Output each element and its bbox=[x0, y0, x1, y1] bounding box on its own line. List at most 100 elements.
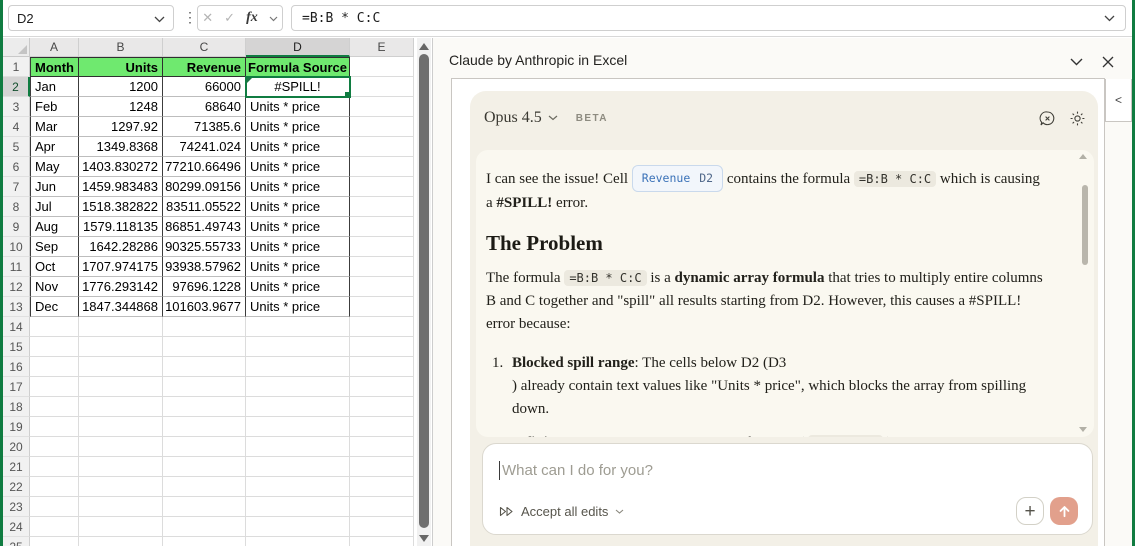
cell-D1[interactable]: Formula Source bbox=[246, 57, 350, 77]
cell-A20[interactable] bbox=[30, 437, 79, 457]
cell-B19[interactable] bbox=[79, 417, 163, 437]
cell-E6[interactable] bbox=[350, 157, 414, 177]
cell-E1[interactable] bbox=[350, 57, 414, 77]
cell-D13[interactable]: Units * price bbox=[246, 297, 350, 317]
cell-D24[interactable] bbox=[246, 517, 350, 537]
cell-A22[interactable] bbox=[30, 477, 79, 497]
cell-A4[interactable]: Mar bbox=[30, 117, 79, 137]
cell-C16[interactable] bbox=[163, 357, 246, 377]
formula-bar-menu-dots[interactable]: ⋮ bbox=[183, 9, 197, 26]
row-header-9[interactable]: 9 bbox=[3, 217, 30, 237]
cell-B21[interactable] bbox=[79, 457, 163, 477]
row-header-4[interactable]: 4 bbox=[3, 117, 30, 137]
cell-A6[interactable]: May bbox=[30, 157, 79, 177]
cell-E13[interactable] bbox=[350, 297, 414, 317]
cell-D6[interactable]: Units * price bbox=[246, 157, 350, 177]
cell-C9[interactable]: 86851.49743 bbox=[163, 217, 246, 237]
cell-D20[interactable] bbox=[246, 437, 350, 457]
grid-scrollbar-thumb[interactable] bbox=[419, 54, 429, 528]
cell-A25[interactable] bbox=[30, 537, 79, 546]
row-header-10[interactable]: 10 bbox=[3, 237, 30, 257]
cell-B12[interactable]: 1776.293142 bbox=[79, 277, 163, 297]
cell-C13[interactable]: 101603.9677 bbox=[163, 297, 246, 317]
cell-A2[interactable]: Jan bbox=[30, 77, 79, 97]
cell-C15[interactable] bbox=[163, 337, 246, 357]
cell-A23[interactable] bbox=[30, 497, 79, 517]
row-header-7[interactable]: 7 bbox=[3, 177, 30, 197]
cell-E23[interactable] bbox=[350, 497, 414, 517]
cell-B13[interactable]: 1847.344868 bbox=[79, 297, 163, 317]
row-header-14[interactable]: 14 bbox=[3, 317, 30, 337]
row-header-11[interactable]: 11 bbox=[3, 257, 30, 277]
row-header-17[interactable]: 17 bbox=[3, 377, 30, 397]
cell-B22[interactable] bbox=[79, 477, 163, 497]
cell-B15[interactable] bbox=[79, 337, 163, 357]
row-header-8[interactable]: 8 bbox=[3, 197, 30, 217]
row-header-25[interactable]: 25 bbox=[3, 537, 30, 546]
cell-A21[interactable] bbox=[30, 457, 79, 477]
cell-B3[interactable]: 1248 bbox=[79, 97, 163, 117]
cell-D16[interactable] bbox=[246, 357, 350, 377]
row-header-23[interactable]: 23 bbox=[3, 497, 30, 517]
message-scroll-up-icon[interactable] bbox=[1079, 154, 1087, 159]
cell-B18[interactable] bbox=[79, 397, 163, 417]
formula-input[interactable]: =B:B * C:C bbox=[291, 5, 1126, 31]
row-header-16[interactable]: 16 bbox=[3, 357, 30, 377]
row-header-2[interactable]: 2 bbox=[3, 77, 30, 97]
cell-B10[interactable]: 1642.28286 bbox=[79, 237, 163, 257]
cell-C10[interactable]: 90325.55733 bbox=[163, 237, 246, 257]
cell-A16[interactable] bbox=[30, 357, 79, 377]
pane-resize-handle[interactable]: < bbox=[1105, 79, 1132, 122]
cell-A18[interactable] bbox=[30, 397, 79, 417]
cell-B8[interactable]: 1518.382822 bbox=[79, 197, 163, 217]
cell-B11[interactable]: 1707.974175 bbox=[79, 257, 163, 277]
row-header-19[interactable]: 19 bbox=[3, 417, 30, 437]
cell-C8[interactable]: 83511.05522 bbox=[163, 197, 246, 217]
cell-E25[interactable] bbox=[350, 537, 414, 546]
row-header-21[interactable]: 21 bbox=[3, 457, 30, 477]
cell-E18[interactable] bbox=[350, 397, 414, 417]
message-scrollbar-thumb[interactable] bbox=[1082, 185, 1088, 265]
cell-D2[interactable]: #SPILL! bbox=[245, 76, 351, 98]
cell-E19[interactable] bbox=[350, 417, 414, 437]
cell-B16[interactable] bbox=[79, 357, 163, 377]
scroll-up-arrow-icon[interactable] bbox=[419, 43, 429, 50]
cell-E24[interactable] bbox=[350, 517, 414, 537]
cell-D8[interactable]: Units * price bbox=[246, 197, 350, 217]
row-header-1[interactable]: 1 bbox=[3, 57, 30, 77]
cell-C12[interactable]: 97696.1228 bbox=[163, 277, 246, 297]
attach-plus-button[interactable]: + bbox=[1016, 497, 1044, 525]
cell-B9[interactable]: 1579.118135 bbox=[79, 217, 163, 237]
name-box[interactable]: D2 bbox=[8, 5, 174, 31]
row-header-20[interactable]: 20 bbox=[3, 437, 30, 457]
cell-C25[interactable] bbox=[163, 537, 246, 546]
select-all-corner[interactable] bbox=[3, 38, 30, 57]
cell-B2[interactable]: 1200 bbox=[79, 77, 163, 97]
row-header-3[interactable]: 3 bbox=[3, 97, 30, 117]
cell-A8[interactable]: Jul bbox=[30, 197, 79, 217]
cell-E10[interactable] bbox=[350, 237, 414, 257]
cell-D18[interactable] bbox=[246, 397, 350, 417]
cell-B24[interactable] bbox=[79, 517, 163, 537]
cell-D5[interactable]: Units * price bbox=[246, 137, 350, 157]
cell-E4[interactable] bbox=[350, 117, 414, 137]
cell-A13[interactable]: Dec bbox=[30, 297, 79, 317]
accept-all-edits-dropdown[interactable]: Accept all edits bbox=[499, 504, 624, 519]
cell-C21[interactable] bbox=[163, 457, 246, 477]
cell-D25[interactable] bbox=[246, 537, 350, 546]
cell-E8[interactable] bbox=[350, 197, 414, 217]
row-header-12[interactable]: 12 bbox=[3, 277, 30, 297]
cell-D7[interactable]: Units * price bbox=[246, 177, 350, 197]
row-header-22[interactable]: 22 bbox=[3, 477, 30, 497]
cell-C22[interactable] bbox=[163, 477, 246, 497]
cell-D10[interactable]: Units * price bbox=[246, 237, 350, 257]
row-header-24[interactable]: 24 bbox=[3, 517, 30, 537]
column-header-E[interactable]: E bbox=[350, 38, 414, 57]
cell-B1[interactable]: Units bbox=[79, 57, 163, 77]
column-header-C[interactable]: C bbox=[163, 38, 246, 57]
formula-bar-expand-icon[interactable] bbox=[1104, 11, 1115, 26]
cell-E12[interactable] bbox=[350, 277, 414, 297]
cell-E9[interactable] bbox=[350, 217, 414, 237]
cell-E11[interactable] bbox=[350, 257, 414, 277]
cell-C3[interactable]: 68640 bbox=[163, 97, 246, 117]
